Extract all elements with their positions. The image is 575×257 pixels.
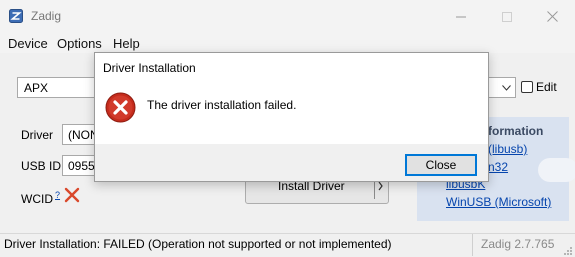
wcid-help-link[interactable]: ?: [55, 190, 60, 200]
close-button[interactable]: Close: [405, 154, 477, 176]
edit-checkbox[interactable]: [521, 81, 533, 93]
usbid-label: USB ID: [21, 159, 62, 173]
info-title: formation: [488, 124, 544, 138]
status-text: Driver Installation: FAILED (Operation n…: [4, 237, 392, 251]
chevron-down-icon[interactable]: [498, 78, 515, 97]
error-icon: [105, 92, 136, 123]
status-divider: [472, 234, 473, 256]
edit-label: Edit: [536, 80, 557, 94]
minimize-icon: [455, 16, 466, 17]
device-select-value: APX: [24, 81, 49, 95]
resize-grip-icon[interactable]: [563, 246, 573, 256]
usbid-value: 0955: [68, 159, 95, 173]
error-dialog: Driver Installation The driver installat…: [94, 52, 489, 182]
libusb-link[interactable]: (libusb): [488, 142, 527, 156]
wcid-cross-icon: [64, 187, 80, 203]
wcid-label: WCID?: [21, 190, 61, 206]
winusb-link[interactable]: WinUSB (Microsoft): [446, 195, 551, 209]
menu-help[interactable]: Help: [113, 36, 140, 51]
menu-device[interactable]: Device: [8, 36, 48, 51]
menu-options[interactable]: Options: [57, 36, 102, 51]
win32-link[interactable]: n32: [488, 160, 508, 174]
app-icon: [9, 9, 23, 23]
maximize-button[interactable]: [484, 0, 529, 33]
dialog-body: [95, 81, 488, 144]
close-window-button[interactable]: [530, 0, 575, 33]
dialog-message: The driver installation failed.: [147, 98, 297, 112]
version-text: Zadig 2.7.765: [481, 237, 555, 251]
info-pill-decoration: [538, 158, 575, 182]
window-title: Zadig: [31, 9, 62, 23]
dropdown-arrow-icon[interactable]: [378, 181, 386, 191]
maximize-icon: [501, 11, 512, 22]
driver-label: Driver: [21, 128, 53, 142]
dialog-title: Driver Installation: [103, 61, 196, 75]
minimize-button[interactable]: [438, 0, 483, 33]
close-icon: [547, 11, 558, 22]
